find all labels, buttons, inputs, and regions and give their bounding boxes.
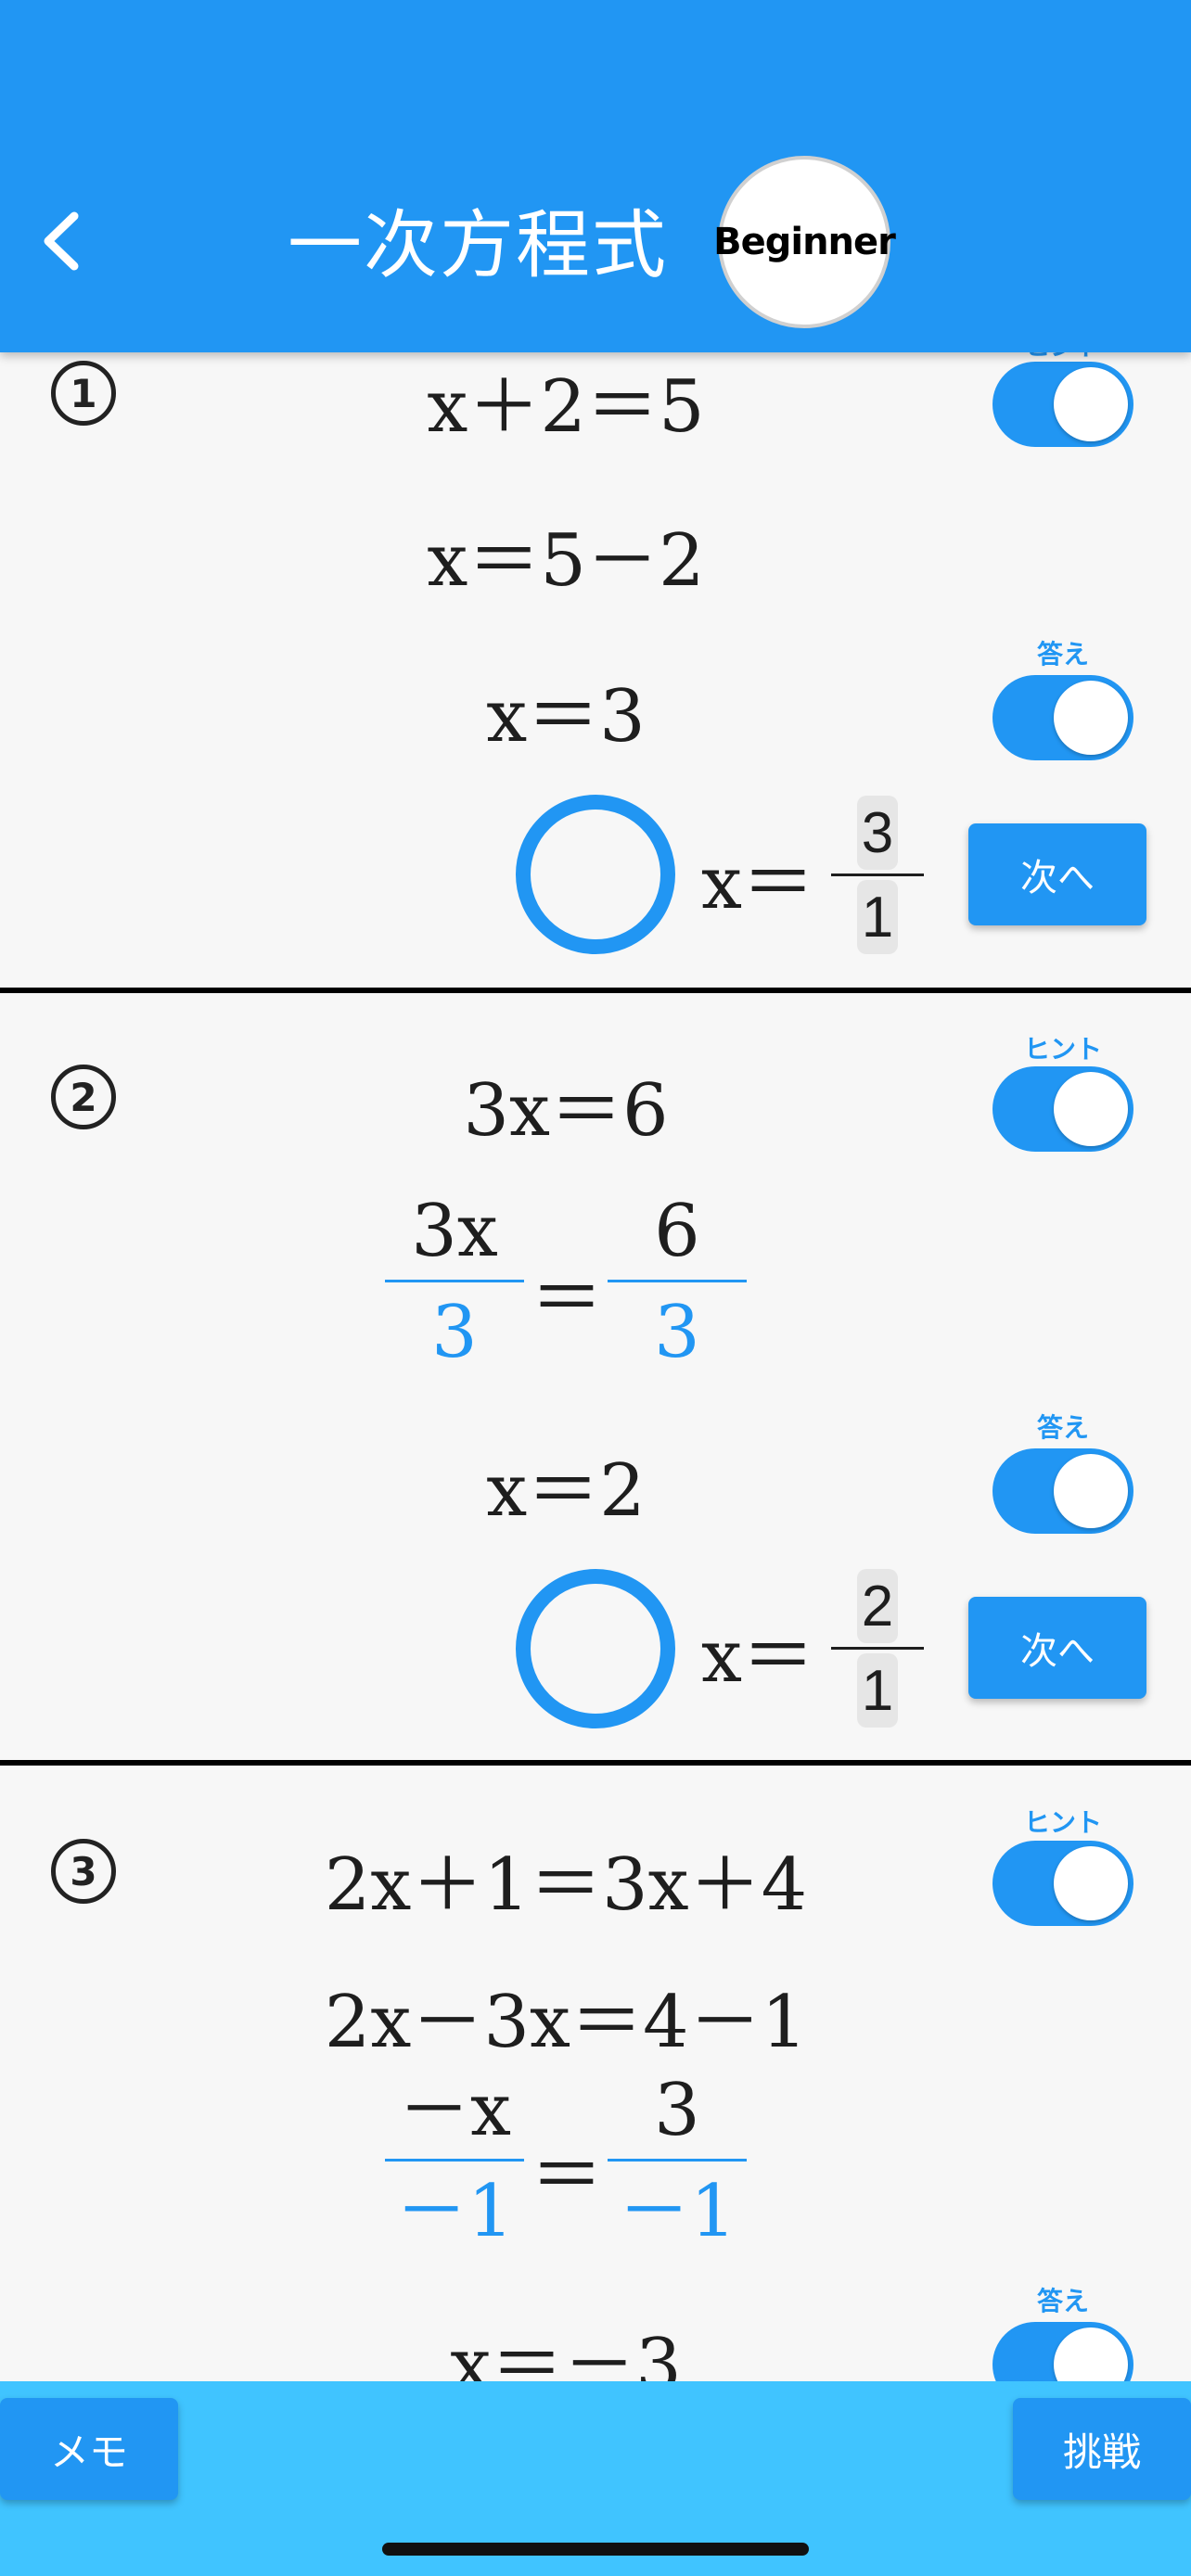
fraction-right: 3 －1: [608, 2066, 747, 2256]
app-header: 一次方程式 Beginner: [0, 0, 1191, 352]
back-button[interactable]: [35, 209, 91, 274]
toggle-knob: [1054, 2327, 1128, 2381]
fraction-denominator: －1: [618, 2170, 736, 2253]
home-indicator[interactable]: [382, 2543, 809, 2556]
fraction-denominator: －1: [395, 2170, 514, 2253]
memo-button[interactable]: メモ: [0, 2398, 178, 2500]
level-badge-label: Beginner: [713, 221, 896, 263]
equation-step: 2x＋1＝3x＋4: [324, 1843, 808, 1927]
hint-toggle[interactable]: [992, 1841, 1133, 1926]
equation-step: x＝－3: [450, 2324, 682, 2381]
problem-number: 3: [51, 1839, 116, 1904]
fraction-bar: [608, 2159, 747, 2162]
bottom-bar: メモ 挑戦: [0, 2381, 1191, 2576]
equation-step: 2x－3x＝4－1: [324, 1981, 808, 2064]
level-badge: Beginner: [713, 156, 896, 328]
fraction-numerator: －x: [398, 2069, 511, 2152]
page-title: 一次方程式: [288, 202, 668, 288]
hint-toggle-label: ヒント: [1023, 1807, 1102, 1838]
toggle-knob: [1054, 1846, 1128, 1920]
answer-toggle[interactable]: [992, 2322, 1133, 2381]
fraction-numerator: 3: [654, 2069, 700, 2152]
problem-card: 3 ヒント 2x＋1＝3x＋4 2x－3x＝4－1 －x －1 ＝ 3 －1 x…: [0, 352, 1191, 2381]
fraction-bar: [385, 2159, 524, 2162]
fraction-left: －x －1: [385, 2066, 524, 2256]
equals-sign: ＝: [531, 2135, 604, 2218]
problem-list[interactable]: 1 ヒント x＋2＝5 x＝5－2 x＝3 答え x＝ 3 1 次へ 2 ヒント…: [0, 352, 1191, 2381]
chevron-left-icon: [44, 211, 79, 271]
challenge-button[interactable]: 挑戦: [1013, 2398, 1191, 2500]
answer-toggle-label: 答え: [1036, 2286, 1089, 2316]
